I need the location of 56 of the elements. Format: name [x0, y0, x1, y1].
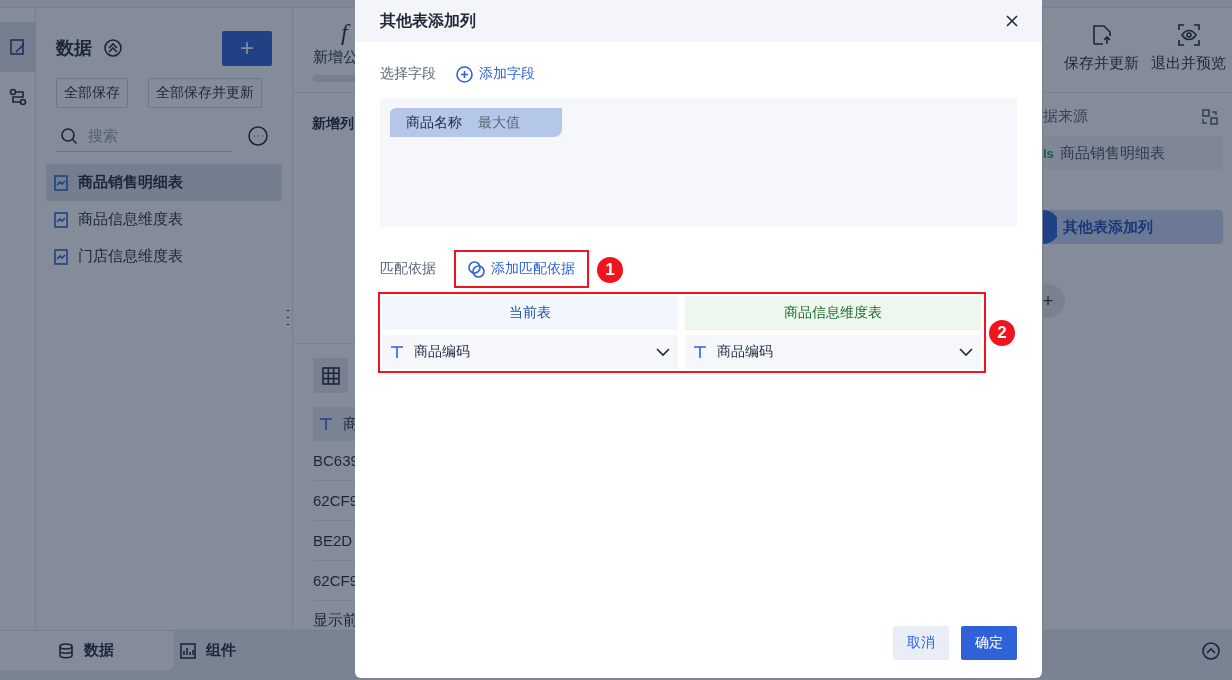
table-item[interactable]: 商品信息维度表 — [46, 201, 282, 238]
text-type-icon — [319, 417, 333, 431]
add-field-link[interactable]: 添加字段 — [456, 65, 535, 83]
add-match-link[interactable]: 添加匹配依据 — [468, 260, 575, 278]
step-icon — [1043, 210, 1057, 244]
drag-handle-icon[interactable] — [285, 308, 291, 328]
chart-file-icon — [54, 211, 68, 228]
confirm-button[interactable]: 确定 — [961, 626, 1017, 660]
field-label: 选择字段 — [380, 65, 436, 83]
bottom-tab[interactable]: 数据 — [0, 631, 174, 670]
collapse-icon[interactable] — [104, 39, 122, 57]
chart-file-icon — [54, 248, 68, 265]
more-icon[interactable] — [248, 126, 268, 146]
flow-step[interactable]: ls 商品销售明细表 — [1043, 136, 1223, 170]
bar-chart-icon — [180, 642, 196, 659]
toolbar-action[interactable]: 退出并预览 — [1151, 24, 1226, 92]
grid-icon — [321, 366, 340, 385]
overlap-circles-icon — [468, 260, 485, 278]
dialog-title: 其他表添加列 — [380, 10, 476, 31]
close-icon[interactable] — [1006, 15, 1018, 27]
chevron-down-icon — [959, 347, 973, 357]
chart-file-icon — [54, 174, 68, 191]
table-item[interactable]: 商品销售明细表 — [46, 164, 282, 201]
column-header: 商品信息维度表 — [685, 296, 981, 330]
table-item[interactable]: 门店信息维度表 — [46, 238, 282, 275]
edit-file-icon — [8, 38, 27, 56]
save-button[interactable]: 全部保存并更新 — [148, 78, 262, 108]
field-chip[interactable]: 商品名称 最大值 — [390, 108, 562, 137]
flow-step[interactable]: 其他表添加列 — [1043, 210, 1223, 244]
number-badge: 1 — [597, 257, 623, 283]
add-button[interactable]: + — [222, 30, 272, 66]
save-button[interactable]: 全部保存 — [56, 78, 128, 108]
column-header: 当前表 — [382, 296, 678, 330]
table-view-button[interactable] — [313, 358, 348, 393]
section-title: 新增列 — [312, 115, 354, 131]
cancel-button[interactable]: 取消 — [893, 626, 949, 660]
toolbar-action[interactable]: 保存并更新 — [1064, 24, 1139, 92]
panel-title: 数据 — [56, 37, 92, 60]
chevron-down-icon — [656, 347, 670, 357]
field-label: 匹配依据 — [380, 260, 436, 278]
section-title: 据来源 — [1043, 107, 1088, 126]
upload-file-icon — [1090, 24, 1113, 46]
expand-up-icon[interactable] — [1202, 641, 1220, 660]
sidebar-tab[interactable] — [0, 22, 35, 72]
field-select[interactable]: 商品编码 — [382, 335, 678, 369]
database-icon — [58, 642, 74, 659]
eye-icon — [1177, 24, 1200, 46]
bottom-tab[interactable]: 组件 — [174, 631, 354, 670]
search-icon — [60, 127, 78, 145]
field-select[interactable]: 商品编码 — [685, 335, 981, 369]
nodes-icon — [8, 88, 27, 106]
text-type-icon — [693, 345, 707, 359]
text-type-icon — [390, 345, 404, 359]
swap-icon[interactable] — [1202, 108, 1218, 125]
plus-circle-icon — [456, 65, 473, 83]
number-badge: 2 — [989, 320, 1015, 346]
